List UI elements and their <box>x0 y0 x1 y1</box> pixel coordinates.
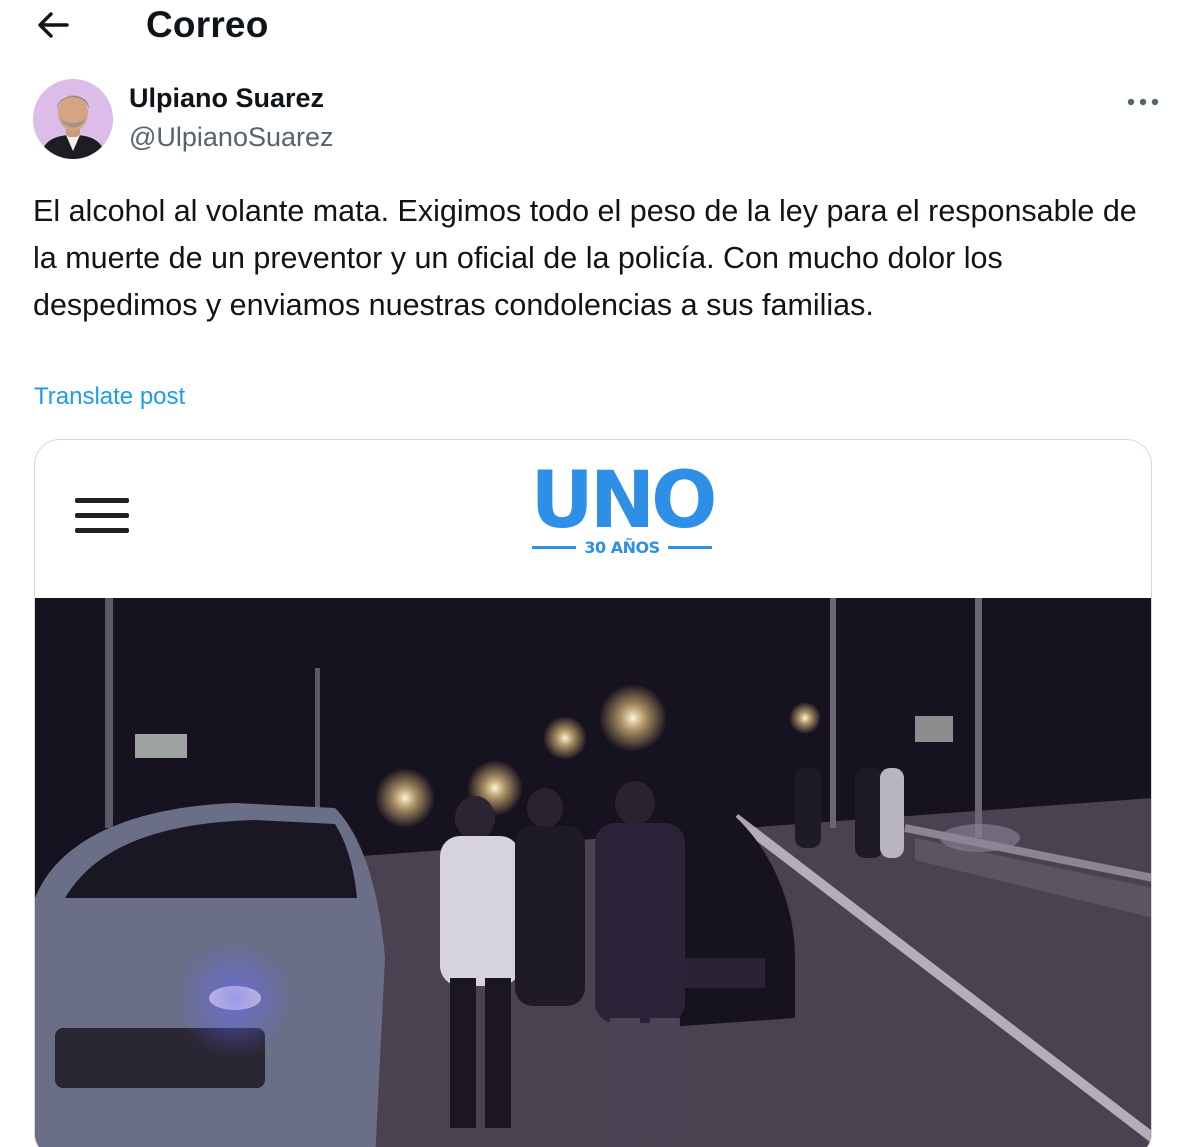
post-photo[interactable] <box>35 598 1151 1147</box>
post-text: El alcohol al volante mata. Exigimos tod… <box>33 194 1137 322</box>
more-dots-icon <box>1127 98 1159 106</box>
top-bar: Correo <box>0 0 1200 52</box>
more-options-button[interactable] <box>1123 89 1163 115</box>
post-author: Ulpiano Suarez @UlpianoSuarez <box>33 79 1163 159</box>
avatar-image <box>33 79 113 159</box>
logo-subtitle: 30 AÑOS <box>522 538 722 557</box>
logo-text: UNO <box>530 456 718 546</box>
hamburger-menu-icon <box>75 498 129 538</box>
page-title: Correo <box>146 4 269 45</box>
avatar[interactable] <box>33 79 113 159</box>
author-name[interactable]: Ulpiano Suarez <box>129 83 324 114</box>
translate-post-link[interactable]: Translate post <box>34 383 185 411</box>
card-header: UNO 30 AÑOS <box>35 440 1151 598</box>
logo-subtitle-text: 30 AÑOS <box>584 538 660 557</box>
author-handle[interactable]: @UlpianoSuarez <box>129 122 334 153</box>
uno-logo: UNO 30 AÑOS <box>522 456 722 562</box>
accident-scene-image <box>35 598 1151 1147</box>
back-button[interactable] <box>32 6 74 44</box>
media-card[interactable]: UNO 30 AÑOS <box>34 439 1152 1147</box>
arrow-left-icon <box>38 12 69 38</box>
